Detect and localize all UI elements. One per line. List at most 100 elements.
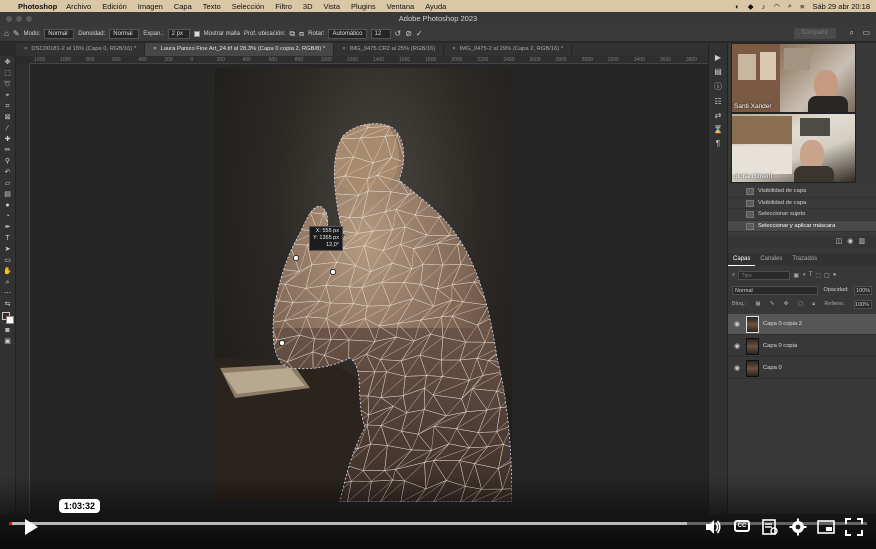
history-brush-tool-icon[interactable]: ↶: [2, 169, 14, 177]
filter-type-icon[interactable]: T: [809, 272, 813, 278]
canvas-area[interactable]: X: 555 px Y: 1355 px 12,0°: [30, 64, 708, 514]
tab-canales[interactable]: Canales: [755, 253, 787, 266]
clock[interactable]: Sáb 29 abr 20:18: [812, 2, 870, 11]
menu-seleccion[interactable]: Selección: [232, 2, 265, 11]
warp-pin[interactable]: [293, 255, 299, 261]
control-center-icon[interactable]: ≡: [800, 2, 804, 11]
blur-tool-icon[interactable]: ●: [2, 202, 14, 210]
close-icon[interactable]: ×: [24, 46, 27, 52]
tab-trazados[interactable]: Trazados: [787, 253, 822, 266]
home-icon[interactable]: ⌂: [4, 29, 9, 38]
mode-select[interactable]: Normal: [44, 28, 75, 39]
subtitles-icon[interactable]: CC: [734, 520, 750, 532]
lasso-tool-icon[interactable]: ➰: [2, 81, 14, 89]
lock-artboard-icon[interactable]: ▢: [798, 301, 803, 307]
lock-image-icon[interactable]: ✎: [770, 301, 775, 307]
menu-filtro[interactable]: Filtro: [275, 2, 292, 11]
rotate-select[interactable]: Automático: [328, 28, 367, 39]
close-icon[interactable]: ×: [452, 46, 455, 52]
minimize-window-button[interactable]: [16, 16, 22, 22]
eye-icon[interactable]: ◉: [728, 320, 746, 328]
layer-name[interactable]: Capa 0 copia 2: [763, 321, 802, 327]
hand-tool-icon[interactable]: ✋: [2, 268, 14, 276]
history-item[interactable]: Visibilidad de capa: [728, 198, 876, 209]
blend-mode-select[interactable]: Normal: [732, 285, 818, 295]
eyedropper-tool-icon[interactable]: ⁄: [2, 125, 14, 133]
dodge-tool-icon[interactable]: ◔: [2, 213, 14, 221]
gradient-tool-icon[interactable]: ▤: [2, 191, 14, 199]
search-icon[interactable]: ⌕: [788, 1, 792, 11]
play-button[interactable]: [22, 518, 40, 536]
filter-smart-icon[interactable]: ▢: [824, 272, 830, 279]
layer-name[interactable]: Capa 0: [763, 365, 782, 371]
zoom-window-button[interactable]: [26, 16, 32, 22]
pin-depth-front-icon[interactable]: ⧉: [289, 29, 295, 39]
eye-icon[interactable]: ◉: [728, 342, 746, 350]
close-window-button[interactable]: [6, 16, 12, 22]
horizontal-ruler[interactable]: 1200 1000 800 600 400 200 0 200 400 600 800 1000 120…: [30, 56, 708, 64]
background-color[interactable]: [5, 316, 14, 324]
tab-img0475-cr2[interactable]: × IMG_0475.CR2 al 25% (RGB/16): [334, 43, 445, 56]
zoom-status-icon[interactable]: ◐: [735, 2, 740, 11]
volume-icon[interactable]: [704, 518, 722, 536]
reset-pins-icon[interactable]: ↺: [395, 29, 402, 38]
path-select-tool-icon[interactable]: ➤: [2, 246, 14, 254]
opacity-input[interactable]: 100%: [853, 285, 872, 295]
layer-filter-select[interactable]: Tipo: [738, 270, 791, 280]
swap-colors-icon[interactable]: ⇆: [2, 301, 14, 309]
adjustments-icon[interactable]: ☷: [714, 97, 721, 106]
search-icon[interactable]: ⌕: [850, 28, 854, 38]
marquee-tool-icon[interactable]: ⬚: [2, 70, 14, 78]
audio-icon[interactable]: ♪: [762, 2, 766, 11]
warp-pin[interactable]: [330, 269, 336, 275]
filter-shape-icon[interactable]: ⬚: [815, 272, 821, 279]
info-icon[interactable]: ⓘ: [714, 81, 722, 92]
close-icon[interactable]: ×: [342, 46, 345, 52]
history-item[interactable]: Seleccionar y aplicar máscara: [728, 220, 876, 232]
app-menu[interactable]: Photoshop: [18, 2, 57, 11]
expand-input[interactable]: 2 px: [167, 28, 190, 39]
workspace-icon[interactable]: ▭: [862, 28, 870, 37]
tab-dsc00181[interactable]: × DSC00181-2 al 15% (Capa 0, RGB/16) *: [16, 43, 146, 56]
fill-input[interactable]: 100%: [853, 299, 872, 309]
layer-row[interactable]: ◉ Capa 0 copia: [728, 336, 876, 357]
trash-icon[interactable]: ▥: [858, 238, 870, 245]
lock-pixels-icon[interactable]: ▦: [755, 301, 760, 307]
close-icon[interactable]: ×: [153, 46, 156, 52]
type-tool-icon[interactable]: T: [2, 235, 14, 243]
menu-capa[interactable]: Capa: [174, 2, 192, 11]
miniplayer-icon[interactable]: [817, 518, 835, 536]
menu-vista[interactable]: Vista: [324, 2, 341, 11]
fullscreen-icon[interactable]: [845, 518, 863, 536]
cancel-icon[interactable]: ⊘: [405, 29, 412, 38]
layer-row[interactable]: ◉ Capa 0: [728, 358, 876, 379]
menu-edicion[interactable]: Edición: [102, 2, 127, 11]
clone-stamp-tool-icon[interactable]: ⚲: [2, 158, 14, 166]
quick-mask-icon[interactable]: ◙: [2, 327, 14, 335]
quick-select-tool-icon[interactable]: ⌖: [2, 92, 14, 100]
new-document-from-state-icon[interactable]: ◫: [836, 238, 848, 245]
history-item[interactable]: Visibilidad de capa: [728, 186, 876, 198]
history-icon[interactable]: ⌛: [713, 125, 723, 134]
layer-name[interactable]: Capa 0 copia: [763, 343, 797, 349]
more-tools-icon[interactable]: ⋯: [2, 290, 14, 298]
pin-depth-back-icon[interactable]: ⧈: [299, 29, 304, 39]
history-item[interactable]: Seleccionar sujeto: [728, 209, 876, 221]
color-swatches[interactable]: [1, 312, 14, 324]
tab-laura-panizo[interactable]: × Laura Panizo Fine Art_24.tif al 28,3% (…: [145, 43, 335, 56]
pen-tool-icon[interactable]: ✒: [2, 224, 14, 232]
healing-tool-icon[interactable]: ✚: [2, 136, 14, 144]
eraser-tool-icon[interactable]: ▱: [2, 180, 14, 188]
lock-all-icon[interactable]: 🔒︎: [812, 301, 815, 308]
warp-pin[interactable]: [279, 340, 285, 346]
commit-icon[interactable]: ✓: [416, 29, 423, 38]
paragraph-icon[interactable]: ¶: [716, 139, 720, 148]
transcript-icon[interactable]: [761, 518, 779, 536]
brush-tool-icon[interactable]: ✏: [2, 147, 14, 155]
lock-position-icon[interactable]: ✥: [784, 301, 789, 307]
puppet-warp-tool-icon[interactable]: ✎: [13, 29, 20, 38]
tab-capas[interactable]: Capas: [728, 253, 756, 266]
filter-toggle-icon[interactable]: ●: [833, 272, 837, 278]
properties-icon[interactable]: ⇄: [715, 111, 722, 120]
document-image[interactable]: X: 555 px Y: 1355 px 12,0°: [215, 68, 512, 502]
